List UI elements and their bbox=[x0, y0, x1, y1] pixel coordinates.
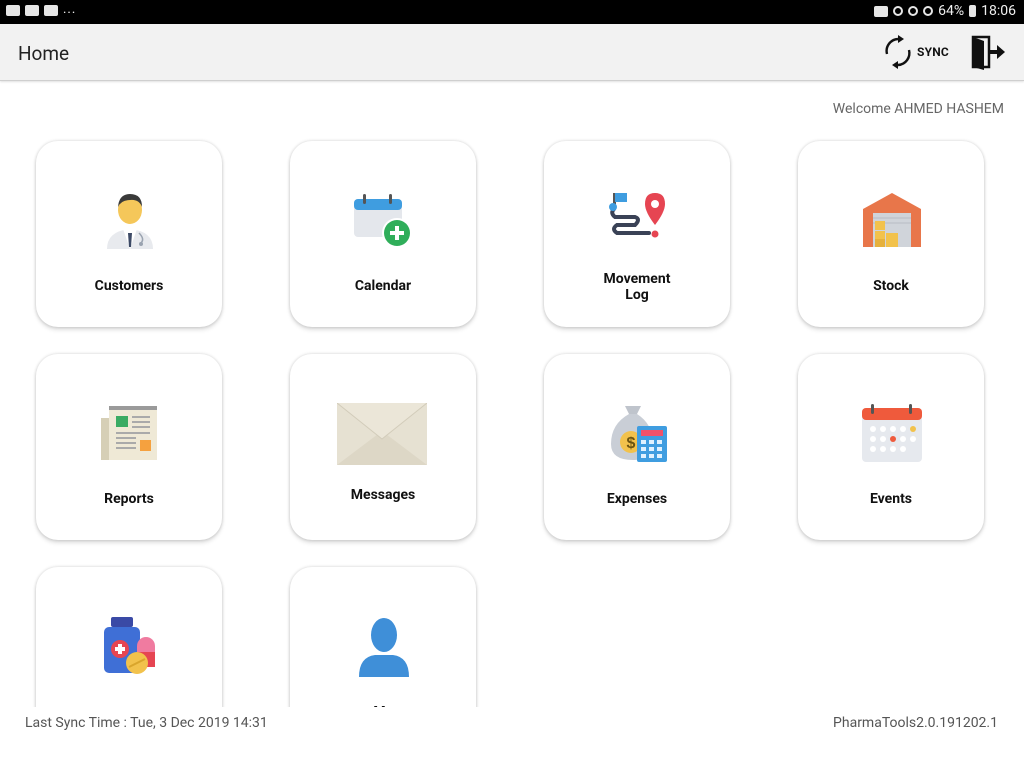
video-icon bbox=[6, 4, 20, 16]
tile-movement-log[interactable]: Movement Log bbox=[544, 141, 730, 327]
page-title: Home bbox=[18, 42, 70, 65]
app-toolbar: Home SYNC bbox=[0, 24, 1024, 81]
tile-label: Reports bbox=[104, 491, 154, 507]
sync-icon bbox=[885, 35, 911, 69]
tile-events[interactable]: Events bbox=[798, 354, 984, 540]
tile-label: Movement Log bbox=[603, 271, 671, 303]
system-icons: 64% 18:06 bbox=[874, 3, 1016, 19]
newspaper-icon bbox=[101, 406, 157, 460]
logout-button[interactable] bbox=[970, 34, 1006, 70]
user-silhouette-icon bbox=[359, 618, 409, 677]
tile-expenses[interactable]: $ Expenses bbox=[544, 354, 730, 540]
more-notifications: ... bbox=[63, 2, 77, 17]
welcome-text: Welcome AHMED HASHEM bbox=[832, 101, 1004, 117]
location-icon bbox=[893, 6, 904, 16]
do-not-disturb-icon bbox=[923, 6, 934, 16]
clock: 18:06 bbox=[981, 3, 1016, 19]
tile-reports[interactable]: Reports bbox=[36, 354, 222, 540]
tile-my[interactable]: My bbox=[290, 567, 476, 707]
battery-icon bbox=[969, 5, 977, 17]
doctor-icon bbox=[107, 194, 153, 249]
sync-button[interactable]: SYNC bbox=[882, 34, 954, 70]
tile-label: Events bbox=[869, 491, 913, 507]
route-map-icon bbox=[609, 193, 665, 238]
notification-icons: ... bbox=[6, 2, 77, 17]
event-calendar-icon bbox=[862, 404, 922, 462]
tile-label: Calendar bbox=[354, 278, 412, 294]
svg-text:$: $ bbox=[627, 435, 636, 452]
money-bag-calculator-icon: $ bbox=[611, 406, 667, 462]
video-icon bbox=[44, 4, 58, 16]
battery-level: 64% bbox=[938, 3, 965, 19]
footer: Last Sync Time : Tue, 3 Dec 2019 14:31 P… bbox=[0, 707, 1024, 768]
logout-door-icon bbox=[971, 35, 1005, 70]
wifi-icon bbox=[908, 6, 919, 16]
tile-label: Customers bbox=[94, 278, 164, 294]
envelope-icon bbox=[337, 403, 427, 465]
cast-icon bbox=[874, 5, 889, 17]
tile-messages[interactable]: Messages bbox=[290, 354, 476, 540]
tile-row-3: My bbox=[0, 560, 1024, 707]
app-version: PharmaTools2.0.191202.1 bbox=[833, 715, 998, 731]
tile-customers[interactable]: Customers bbox=[36, 141, 222, 327]
status-bar: ... 64% 18:06 bbox=[0, 0, 1024, 24]
tile-calendar[interactable]: Calendar bbox=[290, 141, 476, 327]
tile-stock[interactable]: Stock bbox=[798, 141, 984, 327]
tile-label: Expenses bbox=[606, 491, 668, 507]
image-icon bbox=[25, 4, 39, 16]
last-sync-time: Last Sync Time : Tue, 3 Dec 2019 14:31 bbox=[25, 715, 268, 731]
medicine-bottle-icon bbox=[104, 617, 155, 674]
calendar-add-icon bbox=[354, 194, 412, 248]
tile-label: Stock bbox=[873, 278, 909, 294]
tile-products[interactable] bbox=[36, 567, 222, 707]
warehouse-icon bbox=[863, 193, 921, 247]
sync-label: SYNC bbox=[917, 45, 949, 59]
tile-label: Messages bbox=[350, 487, 416, 503]
